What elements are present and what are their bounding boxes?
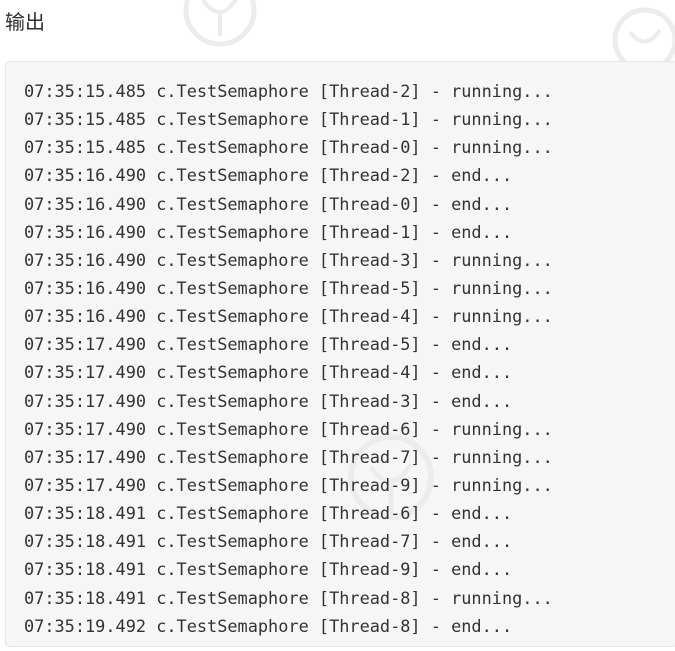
output-line: 07:35:17.490 c.TestSemaphore [Thread-9] … [24,474,553,495]
output-line: 07:35:18.491 c.TestSemaphore [Thread-7] … [24,531,513,552]
output-line: 07:35:15.485 c.TestSemaphore [Thread-2] … [24,81,553,101]
output-line: 07:35:16.490 c.TestSemaphore [Thread-4] … [24,306,553,327]
output-heading: 输出 [5,10,45,34]
output-line: 07:35:15.485 c.TestSemaphore [Thread-0] … [24,137,553,158]
watermark-logo-icon [612,7,675,70]
output-line: 07:35:16.490 c.TestSemaphore [Thread-2] … [24,165,513,186]
output-line: 07:35:16.490 c.TestSemaphore [Thread-5] … [24,277,553,298]
code-output-block: 07:35:15.485 c.TestSemaphore [Thread-2] … [5,61,675,647]
output-line: 07:35:18.491 c.TestSemaphore [Thread-6] … [24,503,513,524]
output-line: 07:35:17.490 c.TestSemaphore [Thread-6] … [24,418,553,439]
output-line: 07:35:17.490 c.TestSemaphore [Thread-7] … [24,446,553,467]
output-lines: 07:35:15.485 c.TestSemaphore [Thread-2] … [24,77,553,640]
output-line: 07:35:17.490 c.TestSemaphore [Thread-4] … [24,362,513,383]
watermark-logo-icon [183,0,257,47]
output-line: 07:35:16.490 c.TestSemaphore [Thread-1] … [24,221,513,242]
output-line: 07:35:18.491 c.TestSemaphore [Thread-8] … [24,587,553,608]
output-line: 07:35:18.491 c.TestSemaphore [Thread-9] … [24,559,513,580]
output-line: 07:35:17.490 c.TestSemaphore [Thread-5] … [24,334,513,355]
output-line: 07:35:15.485 c.TestSemaphore [Thread-1] … [24,109,553,130]
output-line: 07:35:17.490 c.TestSemaphore [Thread-3] … [24,390,513,411]
output-line: 07:35:16.490 c.TestSemaphore [Thread-0] … [24,193,513,214]
output-line: 07:35:16.490 c.TestSemaphore [Thread-3] … [24,249,553,270]
output-line: 07:35:19.492 c.TestSemaphore [Thread-8] … [24,615,513,636]
